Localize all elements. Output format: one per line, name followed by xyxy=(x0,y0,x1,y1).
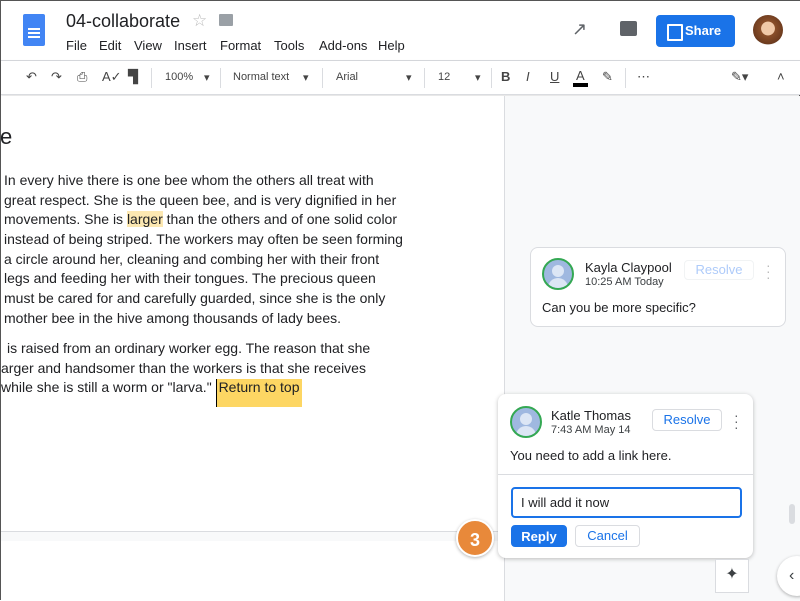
line-text: In every hive there is one bee whom the … xyxy=(4,172,374,188)
style-select[interactable]: Normal text xyxy=(233,71,289,83)
document-line: a circle around her, cleaning and combin… xyxy=(4,251,379,267)
toolbar: ↶ ↷ ⎙ A✓ ▜ 100% ▾ Normal text ▾ Arial ▾ … xyxy=(1,61,800,95)
step-badge: 3 xyxy=(456,519,494,557)
menu-insert[interactable]: Insert xyxy=(174,38,207,53)
editing-mode-icon[interactable]: ✎▾ xyxy=(731,69,748,85)
document-line: is raised from an ordinary worker egg. T… xyxy=(7,340,370,356)
comment-text: You need to add a link here. xyxy=(510,448,672,463)
cancel-button[interactable]: Cancel xyxy=(575,525,640,547)
underline-button[interactable]: U xyxy=(550,69,559,84)
font-size-select[interactable]: 12 xyxy=(438,71,450,83)
document-line: instead of being striped. The workers ma… xyxy=(4,231,403,247)
comment-author: Kayla Claypool xyxy=(585,260,672,275)
comment-history-icon[interactable] xyxy=(620,21,637,36)
document-line: In every hive there is one bee whom the … xyxy=(4,172,374,188)
document-line: great respect. She is the queen bee, and… xyxy=(4,192,396,208)
comment-card-kayla[interactable]: Kayla Claypool 10:25 AM Today Resolve · ·… xyxy=(530,247,786,327)
line-text: movements. She is xyxy=(4,211,127,227)
font-select[interactable]: Arial xyxy=(336,71,358,83)
resolve-button[interactable]: Resolve xyxy=(652,409,722,431)
share-button[interactable]: Share xyxy=(656,15,735,47)
comment-time: 10:25 AM Today xyxy=(585,276,664,288)
resolve-button[interactable]: Resolve xyxy=(684,260,754,280)
activity-trend-icon[interactable]: ↗ xyxy=(572,19,587,40)
comment-card-katle[interactable]: Katle Thomas 7:43 AM May 14 Resolve · · · … xyxy=(498,394,753,558)
line-text: than the others and of one solid color xyxy=(162,211,398,227)
avatar xyxy=(542,258,574,290)
commented-text-highlight[interactable]: Return to top xyxy=(215,379,302,407)
document-title[interactable]: 04-collaborate xyxy=(66,11,180,32)
explore-icon[interactable]: ✦ xyxy=(715,559,749,593)
menu-help[interactable]: Help xyxy=(378,38,405,53)
chevron-down-icon[interactable]: ▾ xyxy=(204,71,210,84)
zoom-select[interactable]: 100% xyxy=(165,71,193,83)
chevron-down-icon[interactable]: ▾ xyxy=(475,71,481,84)
chevron-down-icon[interactable]: ▾ xyxy=(303,71,309,84)
comment-text: Can you be more specific? xyxy=(542,300,696,315)
undo-icon[interactable]: ↶ xyxy=(26,69,37,85)
more-button[interactable]: ⋯ xyxy=(637,69,650,85)
collapse-chevron-icon[interactable]: ˄ xyxy=(777,69,785,84)
commented-text-highlight[interactable]: larger xyxy=(126,211,163,227)
document-line: mother bee in the hive among thousands o… xyxy=(4,310,341,326)
line-text: is raised from an ordinary worker egg. T… xyxy=(7,340,371,356)
line-text: a circle around her, cleaning and combin… xyxy=(4,251,380,267)
document-line: while she is still a worm or "larva." Re… xyxy=(1,379,302,407)
reply-input[interactable] xyxy=(511,487,742,518)
line-text: legs and feeding her with their tongues.… xyxy=(4,270,376,286)
menu-view[interactable]: View xyxy=(134,38,162,53)
app-header: 04-collaborate ☆ File Edit View Insert F… xyxy=(1,1,800,61)
paint-format-icon[interactable]: ▜ xyxy=(128,69,138,85)
document-heading: e xyxy=(0,124,13,149)
comment-time: 7:43 AM May 14 xyxy=(551,424,631,436)
user-avatar[interactable] xyxy=(753,15,783,45)
chevron-down-icon[interactable]: ▾ xyxy=(406,71,412,84)
text-color-button[interactable]: A xyxy=(573,69,588,87)
menu-addons[interactable]: Add-ons xyxy=(319,38,367,53)
spellcheck-icon[interactable]: A✓ xyxy=(102,69,122,85)
menu-format[interactable]: Format xyxy=(220,38,261,53)
document-line: arger and handsomer than the workers is … xyxy=(1,360,366,376)
menu-edit[interactable]: Edit xyxy=(99,38,121,53)
scrollbar-thumb[interactable] xyxy=(789,504,795,524)
document-line: movements. She is larger than the others… xyxy=(4,211,397,227)
line-text: must be cared for and carefully guarded,… xyxy=(4,290,386,306)
docs-logo-icon[interactable] xyxy=(23,14,45,46)
document-page-next[interactable] xyxy=(1,541,505,601)
document-line: must be cared for and carefully guarded,… xyxy=(4,290,385,306)
menu-tools[interactable]: Tools xyxy=(274,38,304,53)
comment-author: Katle Thomas xyxy=(551,408,631,423)
reply-button[interactable]: Reply xyxy=(511,525,567,547)
folder-icon[interactable] xyxy=(219,14,233,26)
line-text: great respect. She is the queen bee, and… xyxy=(4,192,397,208)
avatar xyxy=(510,406,542,438)
redo-icon[interactable]: ↷ xyxy=(51,69,62,85)
line-text: mother bee in the hive among thousands o… xyxy=(4,310,341,326)
document-line: legs and feeding her with their tongues.… xyxy=(4,270,376,286)
star-icon[interactable]: ☆ xyxy=(192,11,207,31)
menu-file[interactable]: File xyxy=(66,38,87,53)
document-page[interactable]: e In every hive there is one bee whom th… xyxy=(0,96,505,532)
more-options-icon[interactable]: · · · xyxy=(766,258,771,284)
italic-button[interactable]: I xyxy=(526,69,530,84)
comments-sidebar: Kayla Claypool 10:25 AM Today Resolve · ·… xyxy=(498,96,800,601)
bold-button[interactable]: B xyxy=(501,69,510,84)
highlight-pen-icon[interactable]: ✎ xyxy=(602,69,613,85)
line-text: while she is still a worm or "larva." xyxy=(1,379,216,395)
more-options-icon[interactable]: · · · xyxy=(734,408,739,434)
side-panel-chevron-icon[interactable]: ‹ xyxy=(777,556,800,596)
print-icon[interactable]: ⎙ xyxy=(77,69,87,85)
line-text: instead of being striped. The workers ma… xyxy=(4,231,403,247)
line-text: arger and handsomer than the workers is … xyxy=(1,360,366,376)
